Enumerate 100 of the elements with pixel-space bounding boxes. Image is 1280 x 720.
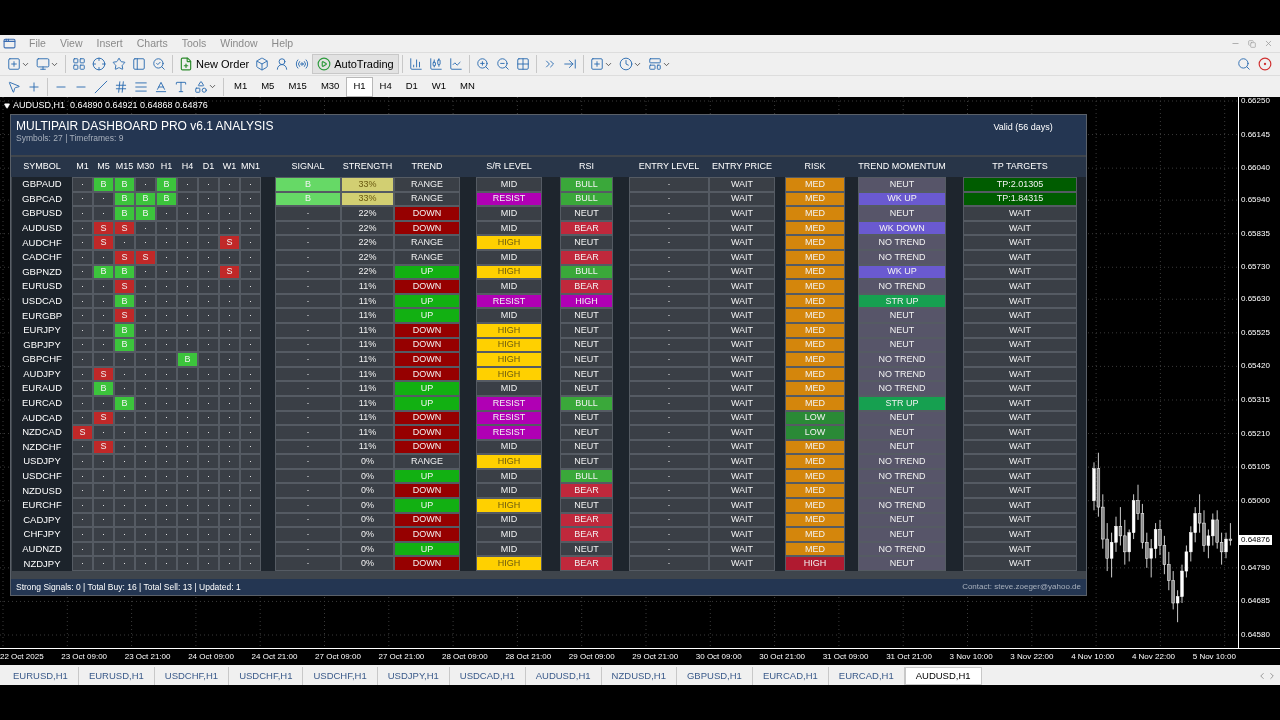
time-label: 4 Nov 22:00 (1131, 651, 1176, 663)
table-cell: NEUT (858, 483, 946, 499)
table-cell: HIGH (476, 454, 542, 469)
timeframe-button[interactable]: W1 (424, 76, 454, 97)
column-header: S/R LEVEL (485, 160, 533, 174)
table-cell: · (629, 454, 709, 469)
table-cell: · (629, 206, 709, 221)
table-cell: · (72, 177, 93, 192)
table-cell: S (114, 279, 135, 294)
table-cell: 11% (341, 381, 394, 396)
table-cell: BULL (560, 177, 613, 192)
close-icon[interactable] (1264, 39, 1273, 48)
table-cell: · (198, 454, 219, 469)
table-cell: · (135, 279, 156, 294)
price-label: 0.65730 (1240, 262, 1270, 273)
price-label: 0.65000 (1240, 495, 1270, 506)
restore-icon[interactable] (1248, 39, 1256, 48)
table-cell: · (629, 177, 709, 192)
table-cell: · (198, 279, 219, 294)
table-cell: 0% (341, 483, 394, 499)
scroll-right-icon[interactable] (1267, 671, 1277, 681)
time-label: 3 Nov 22:00 (1010, 651, 1054, 663)
chart-tab[interactable]: USDCHF,H1 (303, 667, 378, 685)
timeframe-button[interactable]: H4 (372, 76, 399, 97)
table-cell: RANGE (394, 454, 460, 469)
new-order-button[interactable]: New Order (176, 54, 253, 74)
price-label: 0.65105 (1240, 462, 1270, 473)
table-cell: 11% (341, 308, 394, 323)
table-cell: 33% (341, 177, 394, 192)
time-label: 27 Oct 09:00 (315, 651, 361, 663)
table-cell: · (93, 454, 114, 469)
scroll-left-icon[interactable] (1257, 671, 1267, 681)
column-header: M1 (75, 160, 90, 174)
table-cell: · (275, 425, 341, 440)
time-label: 22 Oct 2025 (0, 651, 44, 663)
chart-tab[interactable]: USDCAD,H1 (449, 667, 526, 685)
table-cell: · (156, 235, 177, 250)
collapse-icon[interactable] (4, 102, 10, 109)
chart-tab[interactable]: AUDUSD,H1 (525, 667, 602, 685)
autotrading-button[interactable]: AutoTrading (312, 54, 399, 74)
chart-tab[interactable]: EURCAD,H1 (752, 667, 829, 685)
table-cell: · (240, 352, 261, 367)
chart-tab[interactable]: NZDUSD,H1 (601, 667, 677, 685)
table-cell: · (219, 483, 240, 499)
table-cell: · (198, 556, 219, 572)
time-label: 28 Oct 09:00 (441, 651, 488, 663)
table-cell: · (177, 177, 198, 192)
table-cell: · (198, 483, 219, 499)
table-cell: · (156, 352, 177, 367)
table-cell: HIGH (476, 556, 542, 572)
record-icon[interactable] (1258, 57, 1272, 71)
column-header: H1 (159, 160, 174, 174)
time-label: 24 Oct 09:00 (188, 651, 234, 663)
table-cell: · (177, 498, 198, 513)
table-cell: NEUT (560, 454, 613, 469)
table-cell: S (93, 235, 114, 250)
timeframe-button[interactable]: M30 (313, 76, 347, 97)
table-cell: · (177, 235, 198, 250)
chart-tab[interactable]: EURUSD,H1 (78, 667, 155, 685)
table-cell: · (156, 454, 177, 469)
chart-tab[interactable]: EURCAD,H1 (828, 667, 905, 685)
chart-tab[interactable]: EURUSD,H1 (3, 667, 79, 685)
price-label: 0.65525 (1240, 327, 1270, 338)
table-cell: MID (476, 381, 542, 396)
table-cell: WAIT (963, 235, 1077, 250)
timeframe-button[interactable]: M15 (281, 76, 314, 97)
chart-tab[interactable]: GBPUSD,H1 (677, 667, 753, 685)
table-cell: NEUT (858, 206, 946, 221)
table-cell: UP (394, 498, 460, 513)
column-header: TREND (410, 160, 444, 174)
column-header: M30 (135, 160, 156, 174)
chart-tab[interactable]: USDJPY,H1 (377, 667, 450, 685)
table-cell: BEAR (560, 483, 613, 499)
table-cell: · (177, 425, 198, 440)
table-cell: · (275, 483, 341, 499)
table-cell: MED (785, 498, 845, 513)
timeframe-button[interactable]: MN (453, 76, 482, 97)
table-cell: · (156, 556, 177, 572)
chart-tab[interactable]: AUDUSD,H1 (904, 667, 982, 685)
table-cell: · (72, 381, 93, 396)
chart-tab[interactable]: USDCHF,H1 (154, 667, 230, 685)
table-cell: NEUT (858, 425, 946, 440)
table-cell: MID (476, 308, 542, 323)
table-cell: DOWN (394, 425, 460, 440)
table-cell: · (219, 381, 240, 396)
table-cell: MID (476, 527, 542, 542)
table-cell: · (93, 498, 114, 513)
table-cell: · (156, 483, 177, 499)
table-cell: · (177, 308, 198, 323)
chart-tab[interactable]: USDCHF,H1 (229, 667, 304, 685)
timeframe-button[interactable]: D1 (398, 76, 425, 97)
timeframe-button[interactable]: H1 (346, 76, 373, 97)
timeframe-button[interactable]: M1 (227, 76, 255, 97)
table-cell: · (629, 235, 709, 250)
table-cell: · (198, 352, 219, 367)
timeframe-button[interactable]: M5 (254, 76, 282, 97)
time-label: 23 Oct 21:00 (124, 651, 171, 663)
table-cell: · (629, 381, 709, 396)
table-cell: WAIT (709, 556, 775, 572)
table-cell: · (156, 498, 177, 513)
